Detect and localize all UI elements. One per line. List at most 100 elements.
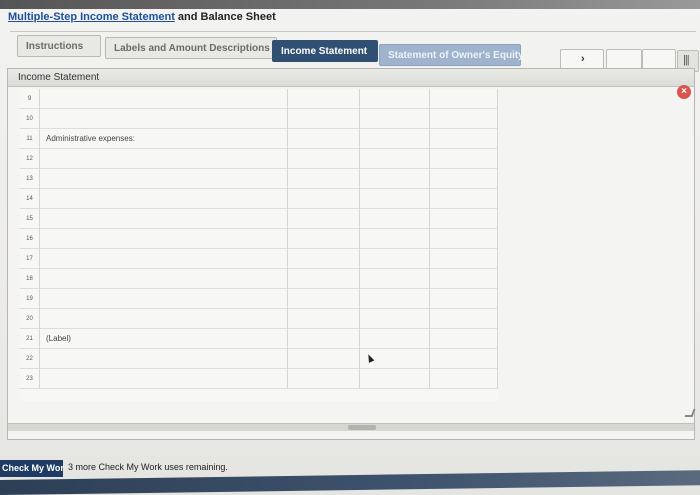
amount-cell[interactable] — [360, 129, 430, 149]
amount-cell[interactable] — [288, 309, 360, 329]
table-row: 20 — [20, 309, 498, 329]
table-row: 16 — [20, 229, 498, 249]
table-row: 18 — [20, 269, 498, 289]
amount-cell[interactable] — [430, 89, 498, 109]
row-number: 10 — [20, 109, 40, 129]
amount-cell[interactable] — [430, 269, 498, 289]
amount-cell[interactable] — [360, 109, 430, 129]
amount-cell[interactable] — [288, 349, 360, 369]
tab-statement-of-owners-equity[interactable]: Statement of Owner's Equity — [379, 44, 524, 66]
table-row: 17 — [20, 249, 498, 269]
row-label-cell[interactable] — [40, 349, 288, 369]
amount-cell[interactable] — [430, 229, 498, 249]
grid-icon: ||| — [683, 54, 690, 66]
row-number: 18 — [20, 269, 40, 289]
row-number: 22 — [20, 349, 40, 369]
amount-cell[interactable] — [288, 89, 360, 109]
panel-header: Income Statement — [8, 69, 694, 87]
row-label-cell[interactable] — [40, 109, 288, 129]
row-number: 13 — [20, 169, 40, 189]
table-row: 10 — [20, 109, 498, 129]
table-row: 15 — [20, 209, 498, 229]
table-row: 21 (Label) — [20, 329, 498, 349]
amount-cell[interactable] — [360, 89, 430, 109]
table-row: 22 — [20, 349, 498, 369]
row-label-cell[interactable] — [40, 309, 288, 329]
row-number: 12 — [20, 149, 40, 169]
amount-cell[interactable] — [360, 209, 430, 229]
amount-cell[interactable] — [288, 149, 360, 169]
amount-cell[interactable] — [360, 149, 430, 169]
title-rest: and Balance Sheet — [174, 11, 276, 23]
row-label-cell[interactable] — [40, 369, 288, 389]
amount-cell[interactable] — [288, 329, 360, 349]
row-label-cell[interactable] — [40, 229, 288, 249]
row-number: 14 — [20, 189, 40, 209]
resize-handle-icon[interactable] — [684, 409, 696, 417]
horizontal-scrollbar[interactable] — [8, 423, 694, 431]
scrollbar-thumb[interactable] — [348, 425, 376, 430]
amount-cell[interactable] — [430, 349, 498, 369]
amount-cell[interactable] — [288, 229, 360, 249]
row-label-cell[interactable] — [40, 209, 288, 229]
amount-cell[interactable] — [288, 129, 360, 149]
amount-cell[interactable] — [430, 249, 498, 269]
amount-cell[interactable] — [430, 109, 498, 129]
row-number: 16 — [20, 229, 40, 249]
table-row: 11 Administrative expenses: — [20, 129, 498, 149]
row-label-cell[interactable] — [40, 169, 288, 189]
amount-cell[interactable] — [430, 169, 498, 189]
amount-cell[interactable] — [360, 289, 430, 309]
row-label-cell[interactable] — [40, 89, 288, 109]
amount-cell[interactable] — [360, 169, 430, 189]
amount-cell[interactable] — [360, 309, 430, 329]
amount-cell[interactable] — [288, 209, 360, 229]
amount-cell[interactable] — [430, 189, 498, 209]
amount-cell[interactable] — [430, 209, 498, 229]
amount-cell[interactable] — [430, 369, 498, 389]
row-label-cell[interactable] — [40, 189, 288, 209]
row-label-cell[interactable]: Administrative expenses: — [40, 129, 288, 149]
panel-title: Income Statement — [18, 72, 100, 83]
income-statement-panel: Income Statement × 9 10 11 Administrativ… — [7, 68, 696, 440]
table-row: 19 — [20, 289, 498, 309]
check-my-work-button[interactable]: Check My Work — [0, 460, 63, 477]
amount-cell[interactable] — [360, 249, 430, 269]
amount-cell[interactable] — [288, 289, 360, 309]
tab-income-statement[interactable]: Income Statement — [272, 40, 378, 62]
amount-cell[interactable] — [430, 289, 498, 309]
row-label-cell[interactable] — [40, 249, 288, 269]
amount-cell[interactable] — [360, 369, 430, 389]
amount-cell[interactable] — [288, 169, 360, 189]
statement-grid: 9 10 11 Administrative expenses: 12 13 1… — [20, 89, 498, 401]
amount-cell[interactable] — [288, 109, 360, 129]
row-number: 23 — [20, 369, 40, 389]
amount-cell[interactable] — [360, 329, 430, 349]
close-icon[interactable]: × — [677, 85, 691, 99]
amount-cell[interactable] — [430, 329, 498, 349]
amount-cell[interactable] — [360, 229, 430, 249]
tab-labels-and-amount-descriptions[interactable]: Labels and Amount Descriptions — [105, 37, 277, 59]
amount-cell[interactable] — [288, 369, 360, 389]
row-label-cell[interactable]: (Label) — [40, 329, 288, 349]
amount-cell[interactable] — [430, 129, 498, 149]
table-row: 13 — [20, 169, 498, 189]
amount-cell[interactable] — [288, 249, 360, 269]
amount-cell[interactable] — [430, 309, 498, 329]
table-row: 9 — [20, 89, 498, 109]
tab-instructions[interactable]: Instructions — [17, 35, 101, 57]
amount-cell[interactable] — [360, 269, 430, 289]
amount-cell[interactable] — [288, 269, 360, 289]
amount-cell[interactable] — [360, 189, 430, 209]
top-bar — [0, 0, 700, 9]
tab-bar: Instructions Labels and Amount Descripti… — [10, 31, 699, 72]
row-number: 21 — [20, 329, 40, 349]
amount-cell[interactable] — [288, 189, 360, 209]
amount-cell[interactable] — [430, 149, 498, 169]
row-label-cell[interactable] — [40, 149, 288, 169]
row-label-cell[interactable] — [40, 269, 288, 289]
title-link[interactable]: Multiple-Step Income Statement — [8, 11, 175, 23]
table-row: 14 — [20, 189, 498, 209]
row-label-cell[interactable] — [40, 289, 288, 309]
page-title: Multiple-Step Income Statement and Balan… — [8, 11, 276, 23]
